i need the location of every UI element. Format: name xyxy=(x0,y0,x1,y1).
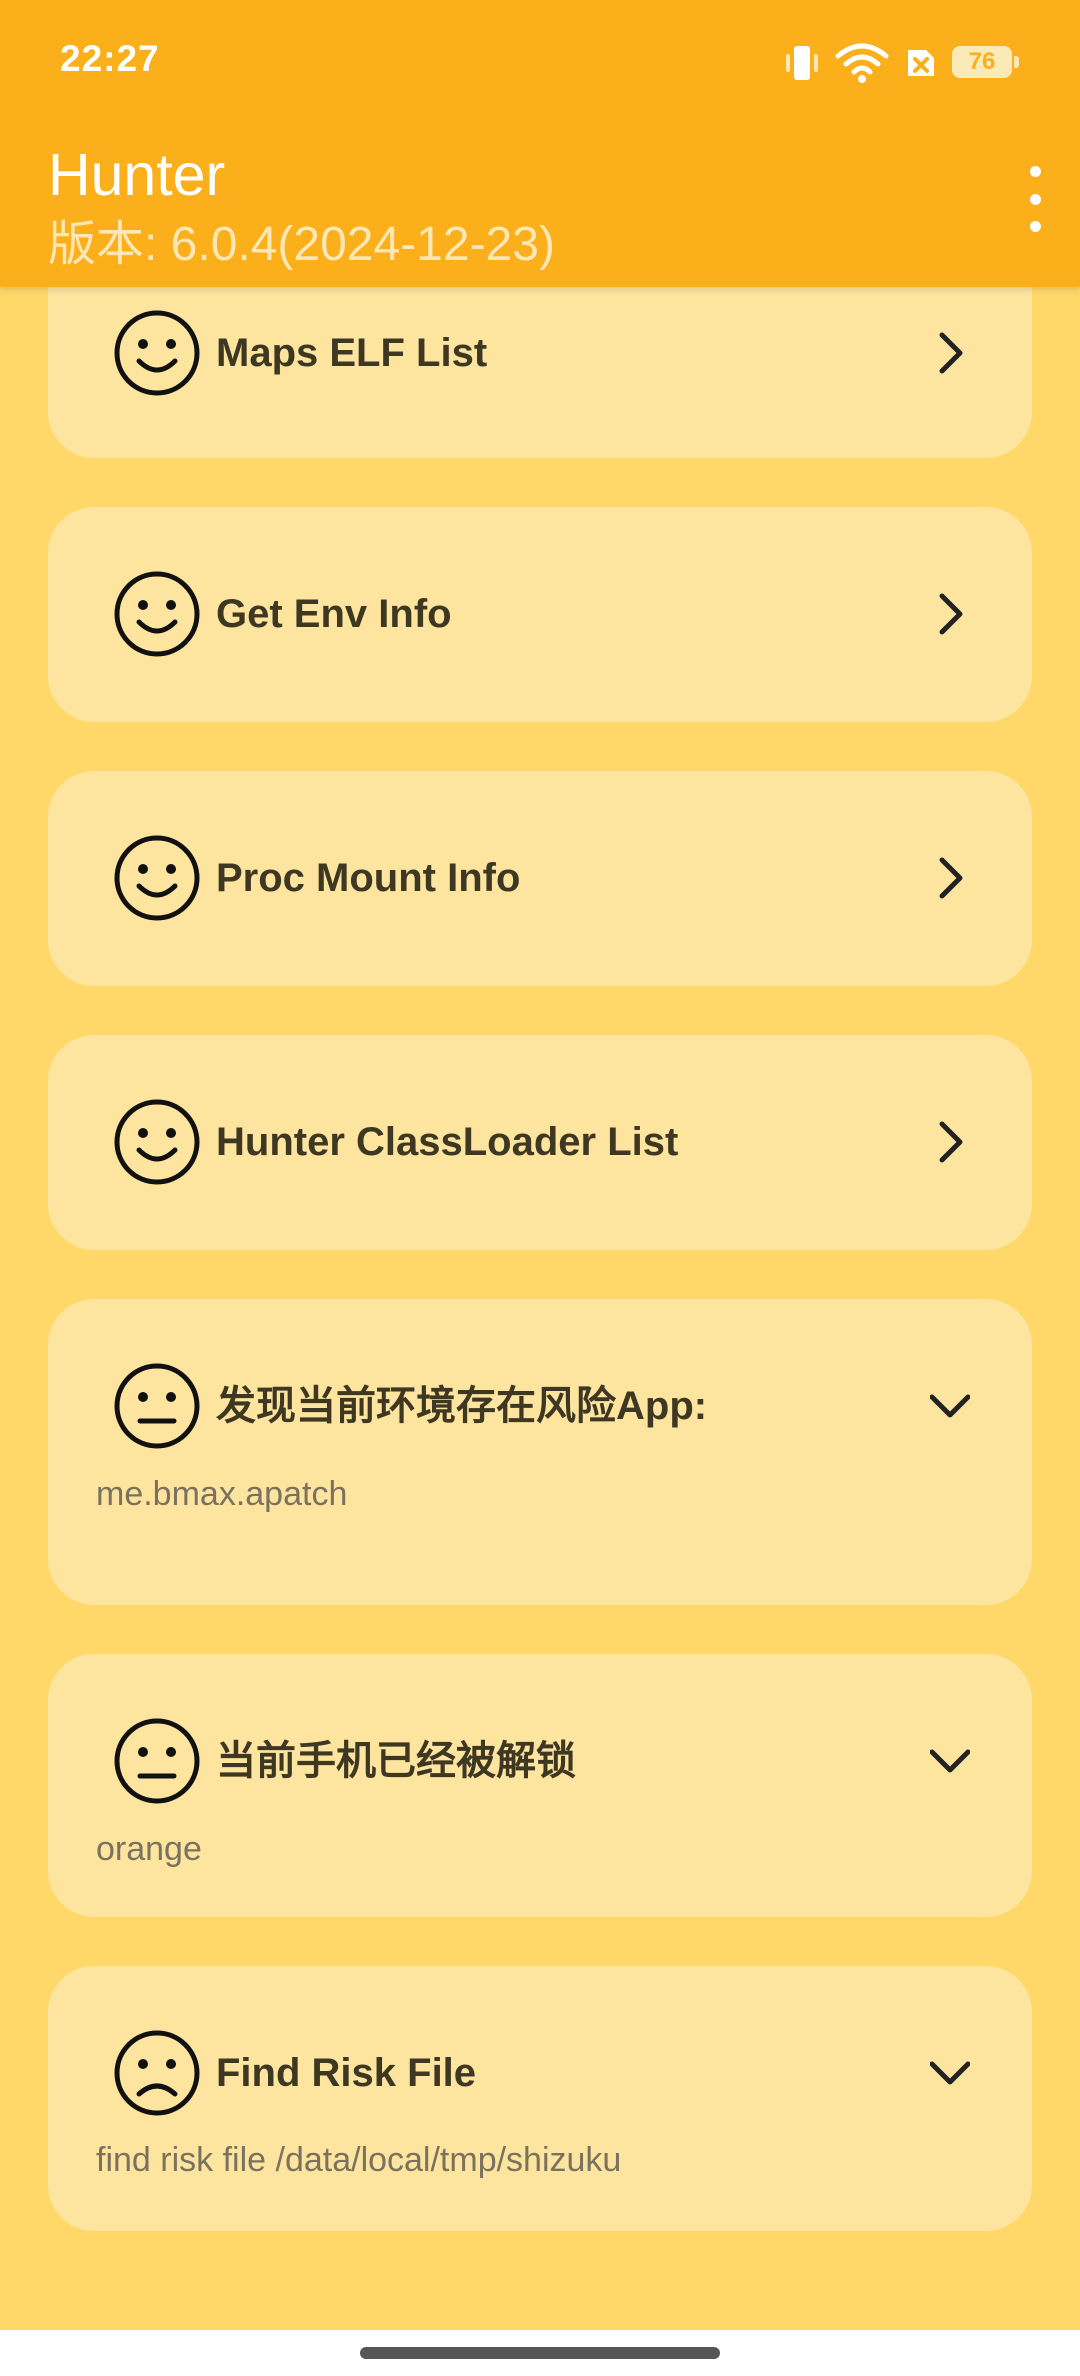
card-bootloader-unlocked[interactable]: 当前手机已经被解锁 orange xyxy=(48,1654,1032,1917)
card-find-risk-file[interactable]: Find Risk File find risk file /data/loca… xyxy=(48,1966,1032,2231)
smile-face-icon xyxy=(114,835,200,921)
sim-x-icon xyxy=(908,50,934,76)
chevron-right-icon xyxy=(939,857,963,899)
status-time: 22:27 xyxy=(60,38,160,79)
card-detail: find risk file /data/local/tmp/shizuku xyxy=(96,2141,622,2179)
card-title: 当前手机已经被解锁 xyxy=(216,1739,576,1783)
chevron-right-icon xyxy=(939,1121,963,1163)
card-title: Maps ELF List xyxy=(216,331,488,375)
battery-icon: 76 xyxy=(952,46,1019,78)
menu-dot xyxy=(1029,193,1041,205)
card-detail: orange xyxy=(96,1830,202,1868)
card-get-env-info[interactable]: Get Env Info xyxy=(48,507,1032,722)
menu-dot xyxy=(1029,166,1041,177)
card-detail: me.bmax.apatch xyxy=(96,1475,348,1513)
wifi-icon xyxy=(835,43,889,83)
navigation-bar xyxy=(0,2330,1080,2376)
card-hunter-classloader-list[interactable]: Hunter ClassLoader List xyxy=(48,1035,1032,1250)
neutral-face-icon xyxy=(114,1718,200,1804)
app-bar: 22:27 76 Hunter 版本: 6.0.4(2024-12-23) xyxy=(0,0,1080,287)
card-title: Proc Mount Info xyxy=(216,856,521,900)
chevron-right-icon xyxy=(939,332,963,374)
smile-face-icon xyxy=(114,1099,200,1185)
menu-dot xyxy=(1029,221,1041,232)
card-title: Get Env Info xyxy=(216,592,452,636)
chevron-right-icon xyxy=(939,593,963,635)
app-title: Hunter xyxy=(48,142,226,208)
card-title: Find Risk File xyxy=(216,2051,477,2095)
card-proc-mount-info[interactable]: Proc Mount Info xyxy=(48,771,1032,986)
card-title: 发现当前环境存在风险App: xyxy=(216,1384,708,1428)
gesture-handle[interactable] xyxy=(360,2347,720,2359)
chevron-down-icon xyxy=(930,1394,970,1418)
chevron-down-icon xyxy=(930,2061,970,2085)
smile-face-icon xyxy=(114,310,200,396)
vibrate-icon xyxy=(786,46,818,80)
card-title: Hunter ClassLoader List xyxy=(216,1120,679,1164)
card-risk-app[interactable]: 发现当前环境存在风险App: me.bmax.apatch xyxy=(48,1299,1032,1605)
smile-face-icon xyxy=(114,571,200,657)
sad-face-icon xyxy=(114,2030,200,2116)
app-version-subtitle: 版本: 6.0.4(2024-12-23) xyxy=(48,218,555,271)
neutral-face-icon xyxy=(114,1363,200,1449)
more-vert-icon[interactable] xyxy=(1020,166,1050,232)
chevron-down-icon xyxy=(930,1749,970,1773)
status-icons: 76 xyxy=(782,38,1022,88)
